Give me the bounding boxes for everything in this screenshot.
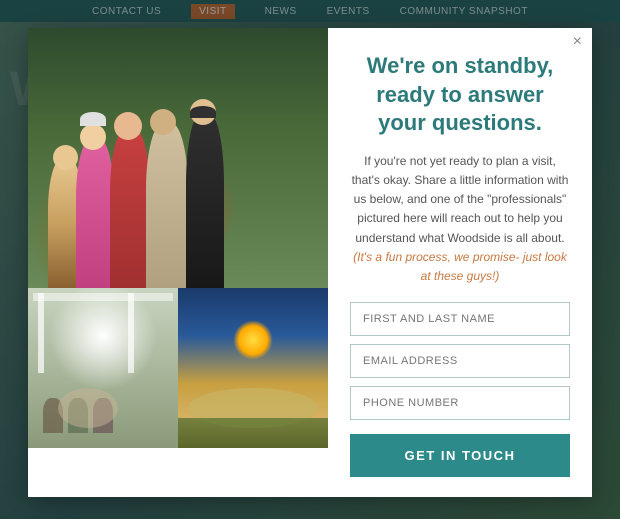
content-panel: We're on standby, ready to answer your q…	[328, 28, 592, 497]
patio-photo	[28, 288, 178, 448]
group-photo	[28, 28, 328, 288]
phone-input[interactable]	[350, 386, 570, 420]
cta-button[interactable]: GET IN TOUCH	[350, 434, 570, 477]
bottom-images	[28, 288, 328, 448]
golf-course-photo	[178, 288, 328, 448]
modal-headline: We're on standby, ready to answer your q…	[350, 52, 570, 138]
modal-dialog: ×	[28, 28, 592, 497]
description-text: If you're not yet ready to plan a visit,…	[352, 154, 569, 245]
email-input[interactable]	[350, 344, 570, 378]
name-input[interactable]	[350, 302, 570, 336]
fun-text: (It's a fun process, we promise- just lo…	[353, 250, 567, 283]
image-panel	[28, 28, 328, 497]
close-button[interactable]: ×	[573, 34, 582, 50]
modal-description: If you're not yet ready to plan a visit,…	[350, 152, 570, 286]
